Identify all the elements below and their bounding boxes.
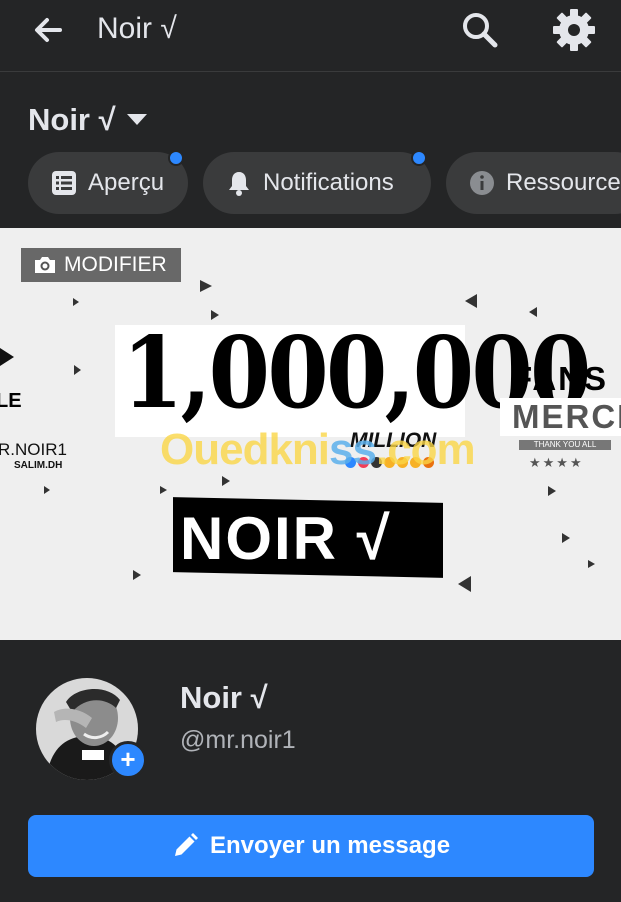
tab-ressources[interactable]: Ressource <box>446 152 621 214</box>
info-icon <box>468 169 496 197</box>
decor-triangle <box>160 486 167 494</box>
profile-handle: @mr.noir1 <box>180 726 296 754</box>
page-selector-name: Noir √ <box>28 102 116 137</box>
stars-rating: ★★★★ <box>529 455 584 470</box>
decor-triangle <box>74 365 81 375</box>
cover-left-subtext: SALIM.DH <box>14 460 63 471</box>
cover-left-text: LE <box>0 390 22 412</box>
tab-apercu[interactable]: Aperçu <box>28 150 188 214</box>
send-message-label: Envoyer un message <box>209 832 451 859</box>
bell-icon <box>225 169 253 197</box>
edit-cover-button[interactable]: MODIFIER <box>21 248 181 282</box>
decor-triangle <box>133 570 141 580</box>
search-icon[interactable] <box>458 8 502 52</box>
decor-triangle <box>588 560 595 568</box>
decor-triangle <box>200 280 212 292</box>
pencil-icon <box>172 833 198 859</box>
send-message-button[interactable]: Envoyer un message <box>28 815 594 877</box>
tab-label: Aperçu <box>88 169 165 196</box>
decor-triangle <box>0 348 14 366</box>
cover-photo[interactable]: MODIFIER LE R.NOIR1 SALIM.DH 1,000,000 M… <box>0 228 621 640</box>
tab-bar: Aperçu Notifications Ressource <box>0 150 621 216</box>
arrow-left-icon[interactable] <box>30 10 70 50</box>
watermark-part: .com <box>375 425 476 474</box>
notification-dot <box>411 150 427 166</box>
top-bar: Noir √ <box>0 0 621 72</box>
caret-down-icon <box>126 113 148 127</box>
decor-triangle <box>222 476 230 486</box>
decor-triangle <box>73 298 79 306</box>
add-photo-button[interactable]: + <box>109 741 147 779</box>
fans-label: FANS <box>512 360 609 397</box>
merci-label: MERCI <box>512 398 621 435</box>
tab-label: Notifications <box>263 169 394 196</box>
plus-icon: + <box>120 744 136 774</box>
watermark-part: ss <box>329 425 377 474</box>
tab-notifications[interactable]: Notifications <box>203 150 431 214</box>
list-icon <box>50 169 78 197</box>
profile-name: Noir √ <box>180 680 268 715</box>
cover-left-handle: R.NOIR1 <box>0 440 67 459</box>
watermark: Ouedkniss.com <box>160 425 476 475</box>
watermark-part: Ouedkni <box>160 425 330 474</box>
thank-you-label: THANK YOU ALL <box>519 440 611 450</box>
page-selector[interactable]: Noir √ <box>28 100 148 140</box>
gear-icon[interactable] <box>550 6 598 54</box>
decor-triangle <box>458 576 471 592</box>
decor-triangle <box>465 294 477 308</box>
decor-triangle <box>548 486 556 496</box>
decor-triangle <box>562 533 570 543</box>
name-banner: NOIR √ <box>180 505 392 572</box>
tab-label: Ressource <box>506 169 621 196</box>
profile-section: + Noir √ @mr.noir1 Envoyer un message <box>0 642 621 902</box>
edit-cover-label: MODIFIER <box>64 253 167 276</box>
camera-icon <box>33 255 57 275</box>
decor-triangle <box>44 486 50 494</box>
page-title: Noir √ <box>97 12 177 45</box>
notification-dot <box>168 150 184 166</box>
